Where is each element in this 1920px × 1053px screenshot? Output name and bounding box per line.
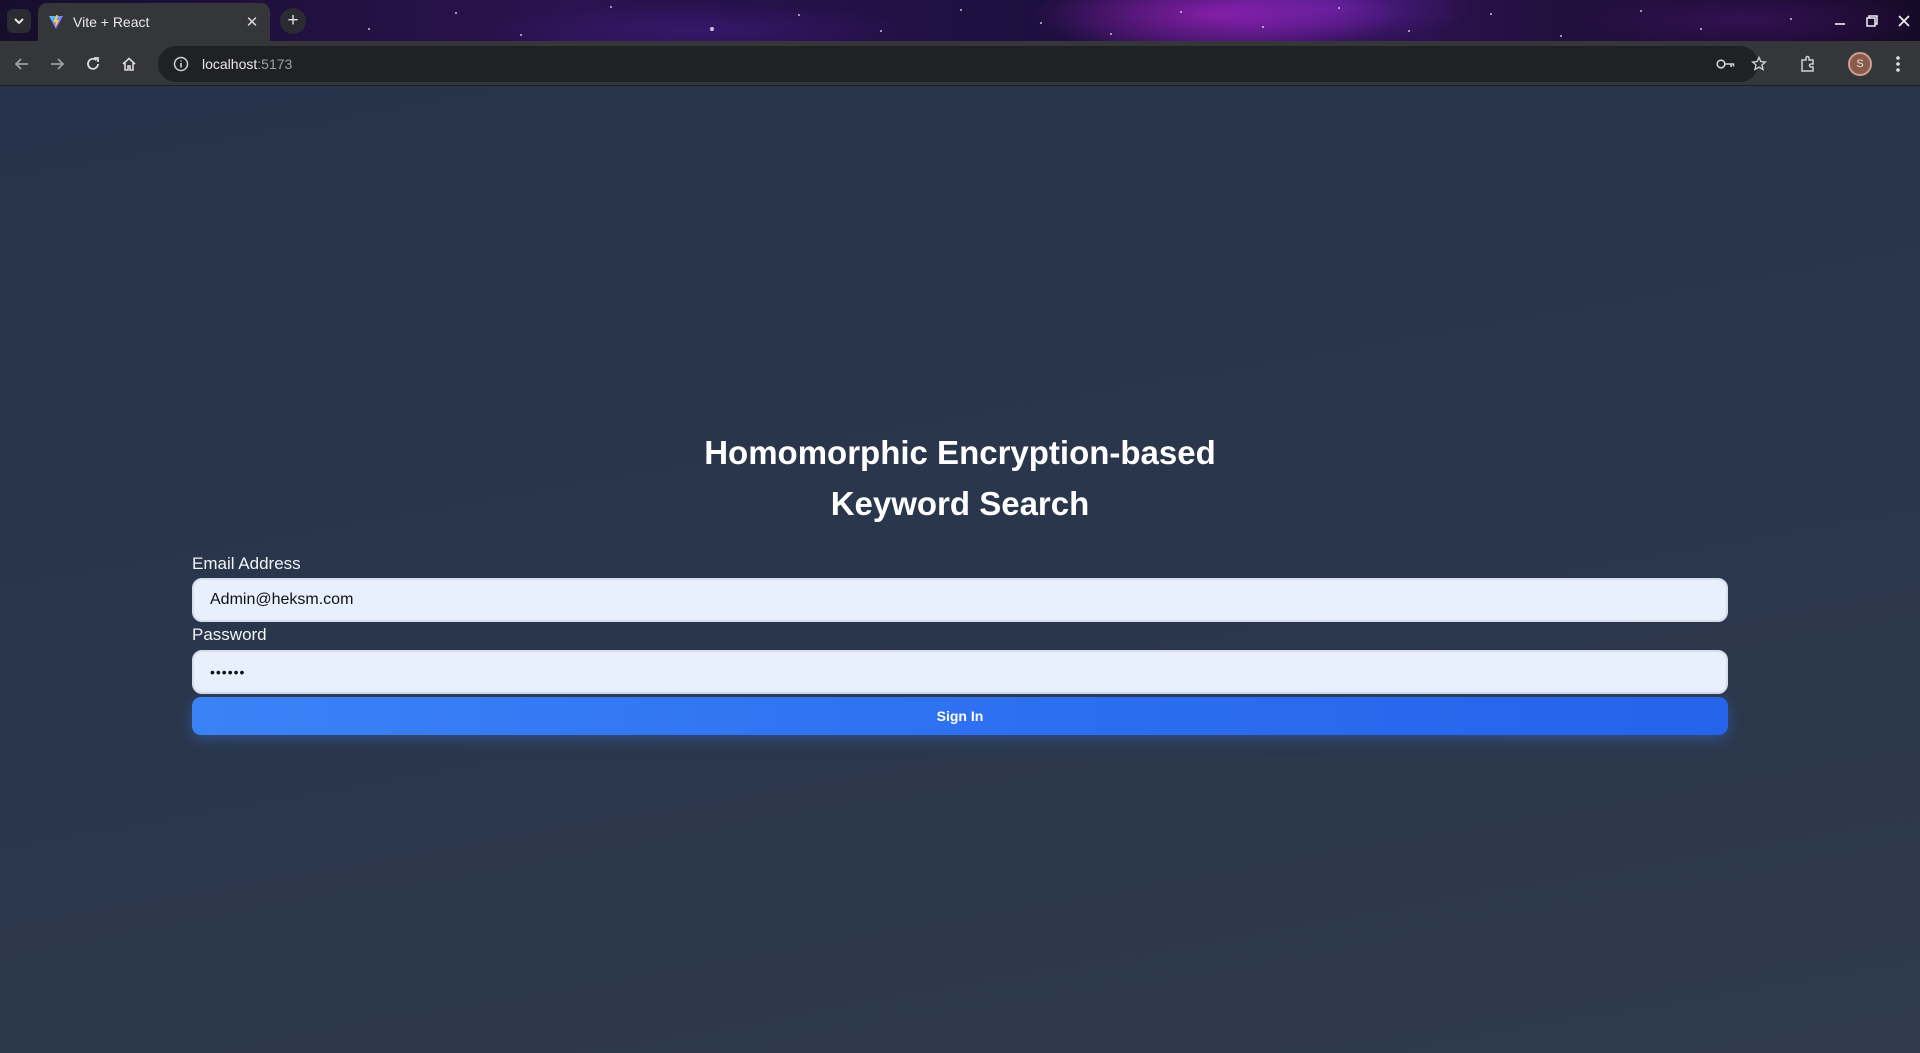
- url-text: localhost:5173: [202, 56, 292, 72]
- back-icon[interactable]: [7, 49, 37, 79]
- window-close-icon[interactable]: [1888, 6, 1920, 36]
- password-label: Password: [192, 625, 267, 644]
- star-icon[interactable]: [1746, 51, 1772, 77]
- browser-toolbar: localhost:5173 S: [0, 41, 1920, 86]
- page-title: Homomorphic Encryption-based Keyword Sea…: [0, 427, 1920, 529]
- url-port: :5173: [257, 56, 293, 72]
- profile-avatar[interactable]: S: [1848, 52, 1872, 76]
- vite-favicon-icon: [49, 15, 63, 29]
- login-page: Homomorphic Encryption-based Keyword Sea…: [0, 87, 1920, 1053]
- menu-icon[interactable]: [1883, 49, 1913, 79]
- page-title-line-2: Keyword Search: [830, 485, 1090, 522]
- minimize-icon[interactable]: [1824, 6, 1856, 36]
- email-label: Email Address: [192, 554, 301, 573]
- email-field[interactable]: Admin@heksm.com: [192, 578, 1728, 622]
- new-tab-button[interactable]: +: [280, 8, 306, 34]
- tab-active[interactable]: Vite + React ✕: [38, 3, 270, 41]
- tab-strip: Vite + React ✕ +: [0, 0, 1920, 41]
- url-host: localhost: [202, 56, 258, 72]
- sign-in-button[interactable]: Sign In: [192, 697, 1728, 735]
- password-field[interactable]: ••••••: [192, 650, 1728, 694]
- home-icon[interactable]: [114, 49, 144, 79]
- page-title-line-1: Homomorphic Encryption-based: [704, 434, 1216, 471]
- close-icon[interactable]: ✕: [242, 12, 262, 32]
- key-icon[interactable]: [1713, 51, 1739, 77]
- reload-icon[interactable]: [78, 49, 108, 79]
- extensions-icon[interactable]: [1793, 49, 1823, 79]
- window-controls: [1824, 0, 1920, 41]
- forward-icon[interactable]: [42, 49, 72, 79]
- chevron-down-icon: [14, 18, 24, 25]
- restore-icon[interactable]: [1856, 6, 1888, 36]
- plus-icon: +: [287, 10, 299, 31]
- address-bar[interactable]: localhost:5173: [158, 46, 1767, 82]
- tab-title: Vite + React: [73, 14, 150, 30]
- info-icon[interactable]: [168, 51, 194, 77]
- tab-search-button[interactable]: [7, 9, 31, 33]
